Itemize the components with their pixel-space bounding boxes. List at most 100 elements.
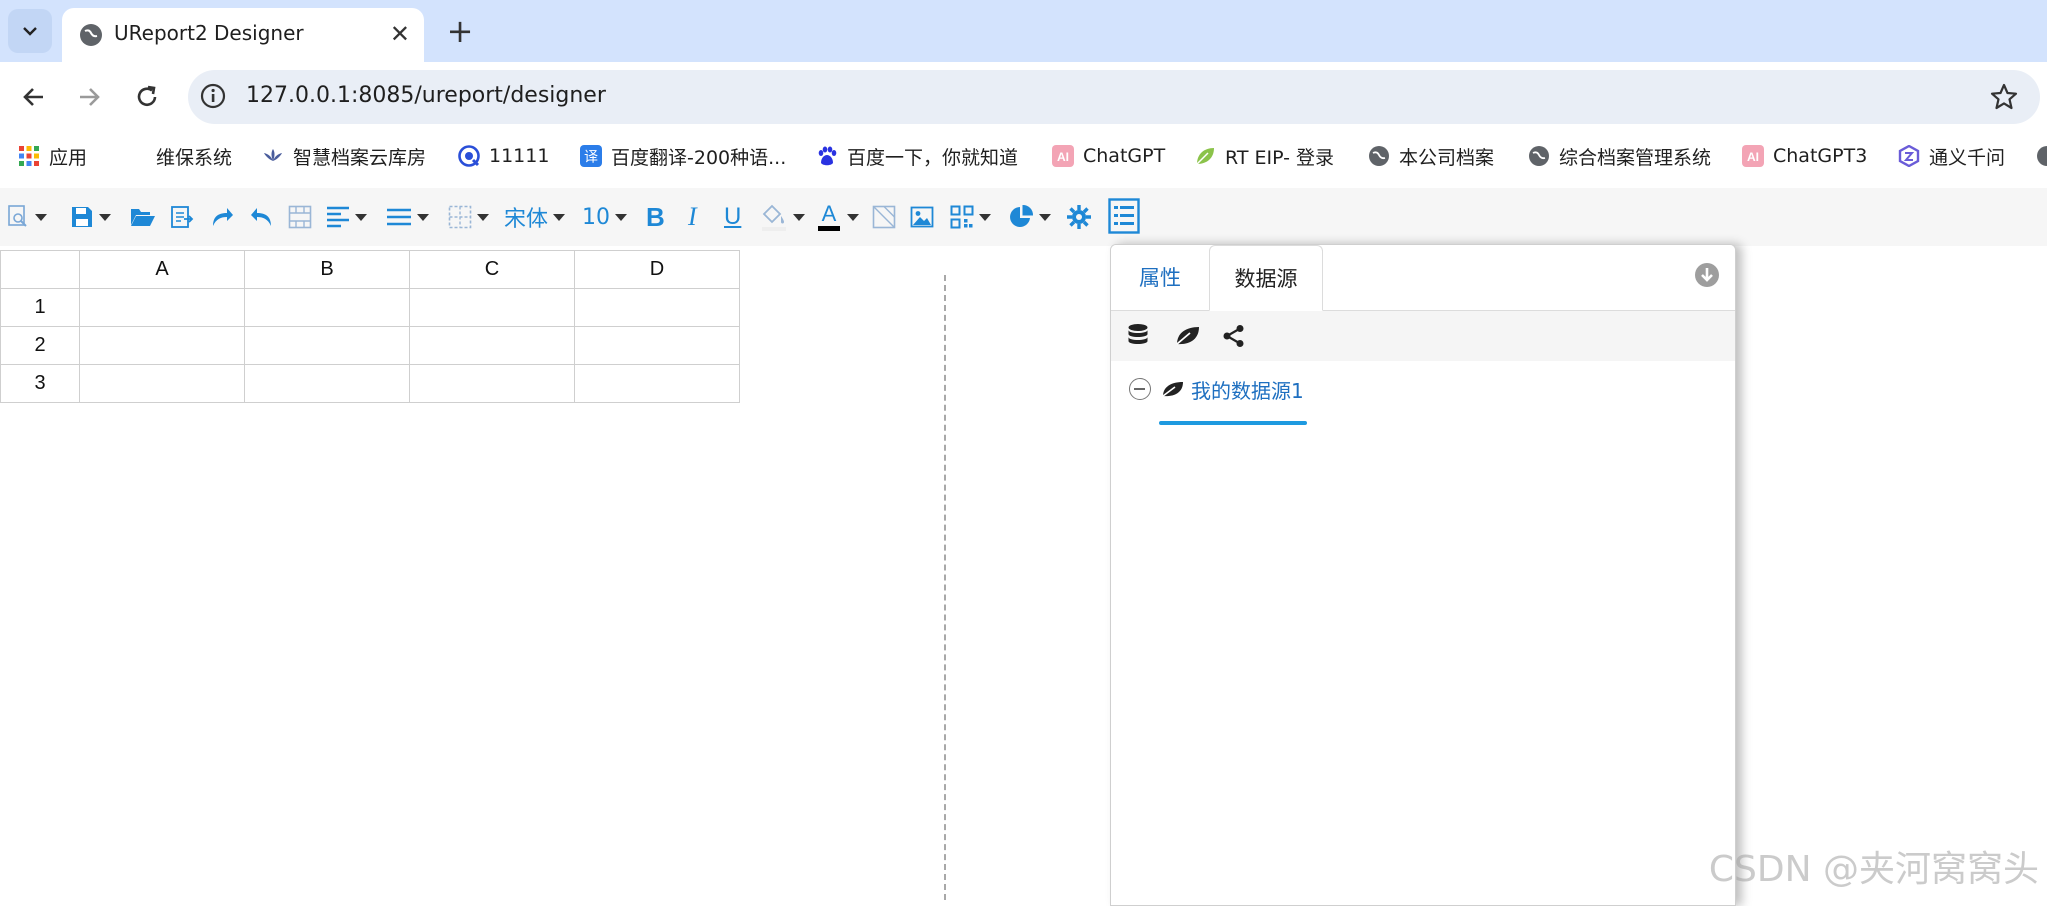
datasource-name[interactable]: 我的数据源1 <box>1191 375 1304 404</box>
grid-cell[interactable] <box>574 364 740 403</box>
bold-button[interactable]: B <box>646 200 665 234</box>
bookmark-item[interactable]: AI ChatGPT <box>1052 143 1165 169</box>
column-header[interactable]: A <box>79 250 245 289</box>
apps-grid-icon <box>19 146 39 166</box>
font-family-select[interactable]: 宋体 <box>504 200 566 234</box>
bookmark-label: 智慧档案云库房 <box>293 146 427 169</box>
reload-button[interactable] <box>130 80 164 114</box>
bookmark-item[interactable]: 百度一下，你就知道 <box>816 143 1018 169</box>
font-color-button[interactable]: A <box>816 200 859 234</box>
report-grid: A B C D 1 2 3 <box>0 250 740 403</box>
align-button[interactable] <box>326 200 367 234</box>
address-bar-row: 127.0.0.1:8085/ureport/designer <box>0 62 2047 132</box>
import-button[interactable] <box>170 200 194 234</box>
tab-search-button[interactable] <box>8 9 52 53</box>
new-tab-button[interactable]: + <box>440 12 480 50</box>
bookmark-label: ChatGPT <box>1083 145 1166 167</box>
open-button[interactable] <box>130 200 156 234</box>
caret-down-icon <box>417 213 429 221</box>
settings-button[interactable] <box>1066 200 1092 234</box>
grid-cell[interactable] <box>574 288 740 327</box>
bookmark-label: 百度翻译-200种语... <box>611 146 787 169</box>
caret-down-icon <box>615 213 627 221</box>
merge-cells-button[interactable] <box>288 200 312 234</box>
watermark-text: CSDN @夹河窝窝头 <box>1708 849 2039 890</box>
save-button[interactable] <box>70 200 111 234</box>
caret-down-icon <box>1039 213 1051 221</box>
tab-close-button[interactable]: ✕ <box>390 20 410 48</box>
leaf-icon <box>1176 327 1199 345</box>
italic-button[interactable]: I <box>688 200 697 234</box>
bookmark-item[interactable]: 通义千问 <box>1898 143 2005 169</box>
bookmark-overflow[interactable] <box>2036 143 2047 169</box>
grid-cell[interactable] <box>79 326 245 365</box>
tab-properties[interactable]: 属性 <box>1111 245 1209 309</box>
tab-datasource[interactable]: 数据源 <box>1209 245 1323 311</box>
row-header[interactable]: 3 <box>0 364 80 403</box>
bookmark-apps[interactable]: 应用 <box>18 143 87 169</box>
fill-color-button[interactable] <box>760 200 805 234</box>
column-header[interactable]: B <box>244 250 410 289</box>
font-color-letter: A <box>822 201 837 226</box>
globe-icon <box>2037 146 2047 166</box>
url-text[interactable]: 127.0.0.1:8085/ureport/designer <box>246 83 606 108</box>
row-header[interactable]: 1 <box>0 288 80 327</box>
grid-cell[interactable] <box>409 326 575 365</box>
site-info-icon[interactable] <box>198 81 228 111</box>
redo-button[interactable] <box>210 200 234 234</box>
bookmark-item[interactable]: 11111 <box>458 143 549 169</box>
back-button[interactable] <box>17 80 51 114</box>
valign-button[interactable] <box>386 200 429 234</box>
qrcode-icon <box>950 205 974 229</box>
bookmark-item[interactable]: 本公司档案 <box>1368 143 1494 169</box>
grid-cell[interactable] <box>574 326 740 365</box>
collapse-node-icon[interactable] <box>1129 378 1151 400</box>
diagonal-slash-button[interactable] <box>872 200 896 234</box>
globe-icon <box>1369 146 1389 166</box>
browser-tab-strip: UReport2 Designer ✕ + <box>0 0 2047 62</box>
baidu-paw-icon <box>818 146 837 166</box>
add-spring-bean-button[interactable] <box>1173 321 1203 351</box>
font-size-select[interactable]: 10 <box>582 200 627 234</box>
bookmark-item[interactable]: 综合档案管理系统 <box>1528 143 1711 169</box>
column-header[interactable]: D <box>574 250 740 289</box>
grid-cell[interactable] <box>79 288 245 327</box>
bookmark-item[interactable]: RT EIP- 登录 <box>1194 143 1334 169</box>
row-header[interactable]: 2 <box>0 326 80 365</box>
bookmark-item[interactable]: 维保系统 <box>156 143 232 169</box>
grid-corner-cell[interactable] <box>0 250 80 289</box>
chart-button[interactable] <box>1008 200 1051 234</box>
grid-cell[interactable] <box>244 326 410 365</box>
border-button[interactable] <box>448 200 489 234</box>
insert-image-button[interactable] <box>910 200 934 234</box>
grid-cell[interactable] <box>409 364 575 403</box>
undo-button[interactable] <box>250 200 274 234</box>
bookmark-item[interactable]: 智慧档案云库房 <box>262 143 426 169</box>
caret-down-icon <box>847 213 859 221</box>
qrcode-button[interactable] <box>950 200 991 234</box>
caret-down-icon <box>979 213 991 221</box>
url-bar[interactable]: 127.0.0.1:8085/ureport/designer <box>188 70 2040 124</box>
collapse-panel-icon[interactable] <box>1693 261 1721 289</box>
grid-cell[interactable] <box>244 364 410 403</box>
caret-down-icon <box>355 213 367 221</box>
browser-tab-active[interactable]: UReport2 Designer ✕ <box>62 8 424 62</box>
share-datasource-button[interactable] <box>1219 321 1249 351</box>
border-icon <box>448 205 472 229</box>
bookmark-item[interactable]: 译 百度翻译-200种语... <box>580 143 786 169</box>
datasource-panel-toggle[interactable] <box>1108 196 1140 236</box>
svg-text:AI: AI <box>1057 150 1069 164</box>
grid-cell[interactable] <box>244 288 410 327</box>
bookmark-item[interactable]: AI ChatGPT3 <box>1742 143 1867 169</box>
bookmark-star-icon[interactable] <box>1988 81 2020 113</box>
underline-button[interactable]: U <box>724 200 741 234</box>
add-database-button[interactable] <box>1123 321 1153 351</box>
grid-cell[interactable] <box>409 288 575 327</box>
grid-cell[interactable] <box>79 364 245 403</box>
globe-icon <box>1529 146 1549 166</box>
preview-button[interactable] <box>8 200 47 234</box>
selected-node-indicator <box>1159 421 1307 425</box>
datasource-tree-node[interactable]: 我的数据源1 <box>1129 373 1304 405</box>
forward-button[interactable] <box>72 80 106 114</box>
column-header[interactable]: C <box>409 250 575 289</box>
